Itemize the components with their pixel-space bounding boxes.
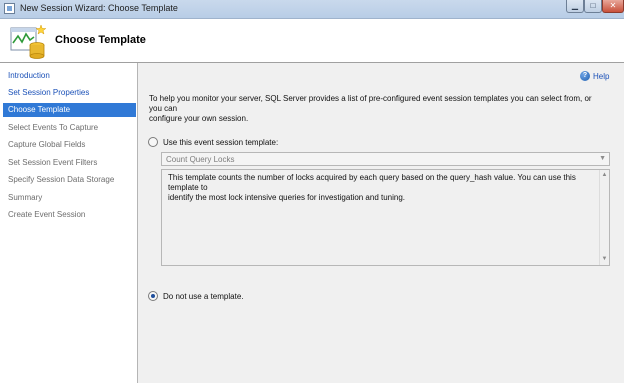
- sidebar-item-create-event-session: Create Event Session: [8, 210, 86, 219]
- sidebar-item-select-events-to-capture: Select Events To Capture: [8, 123, 99, 132]
- intro-line-2: configure your own session.: [149, 114, 249, 123]
- minimize-button[interactable]: ▁: [566, 0, 584, 13]
- use-template-radio[interactable]: [148, 137, 158, 147]
- sidebar-item-set-session-properties[interactable]: Set Session Properties: [3, 86, 136, 100]
- page-title: Choose Template: [55, 34, 146, 46]
- scroll-down-arrow-icon[interactable]: ▼: [600, 255, 609, 264]
- sidebar-item-summary: Summary: [8, 193, 43, 202]
- help-link[interactable]: ? Help: [580, 70, 609, 82]
- title-bar[interactable]: New Session Wizard: Choose Template ▁ □ …: [0, 0, 624, 19]
- description-line-1: This template counts the number of locks…: [168, 173, 576, 192]
- wizard-header: Choose Template: [0, 19, 624, 63]
- no-template-radio[interactable]: [148, 291, 158, 301]
- no-template-option[interactable]: Do not use a template.: [148, 291, 244, 301]
- sidebar-item-set-session-event-filters: Set Session Event Filters: [8, 158, 98, 167]
- help-icon[interactable]: ?: [580, 71, 590, 81]
- use-template-label[interactable]: Use this event session template:: [163, 138, 278, 147]
- description-line-2: identify the most lock intensive queries…: [168, 193, 406, 202]
- wizard-chart-cylinder-icon: [10, 24, 46, 59]
- template-combo-value: Count Query Locks: [166, 155, 235, 164]
- close-button[interactable]: ✕: [602, 0, 624, 13]
- help-label[interactable]: Help: [593, 72, 609, 81]
- use-template-option[interactable]: Use this event session template:: [148, 137, 278, 147]
- sidebar-item-introduction[interactable]: Introduction: [3, 69, 136, 83]
- sidebar-item-capture-global-fields: Capture Global Fields: [8, 140, 86, 149]
- wizard-window: New Session Wizard: Choose Template ▁ □ …: [0, 0, 624, 383]
- template-combo[interactable]: Count Query Locks ▼: [161, 152, 610, 166]
- scroll-up-arrow-icon[interactable]: ▲: [600, 171, 609, 180]
- chevron-down-icon[interactable]: ▼: [599, 155, 606, 162]
- sidebar-item-specify-session-data-storage: Specify Session Data Storage: [8, 175, 115, 184]
- intro-line-1: To help you monitor your server, SQL Ser…: [149, 94, 592, 113]
- sidebar-item-choose-template[interactable]: Choose Template: [3, 103, 136, 117]
- no-template-label[interactable]: Do not use a template.: [163, 292, 244, 301]
- app-icon: [4, 3, 15, 14]
- template-description: This template counts the number of locks…: [168, 173, 593, 203]
- window-title: New Session Wizard: Choose Template: [20, 3, 178, 13]
- intro-text: To help you monitor your server, SQL Ser…: [149, 94, 604, 124]
- maximize-button[interactable]: □: [584, 0, 602, 13]
- template-description-box: This template counts the number of locks…: [161, 169, 610, 266]
- description-scrollbar[interactable]: ▲ ▼: [599, 170, 609, 265]
- wizard-steps-sidebar: Introduction Set Session Properties Choo…: [0, 63, 138, 383]
- main-panel: ? Help To help you monitor your server, …: [138, 63, 624, 383]
